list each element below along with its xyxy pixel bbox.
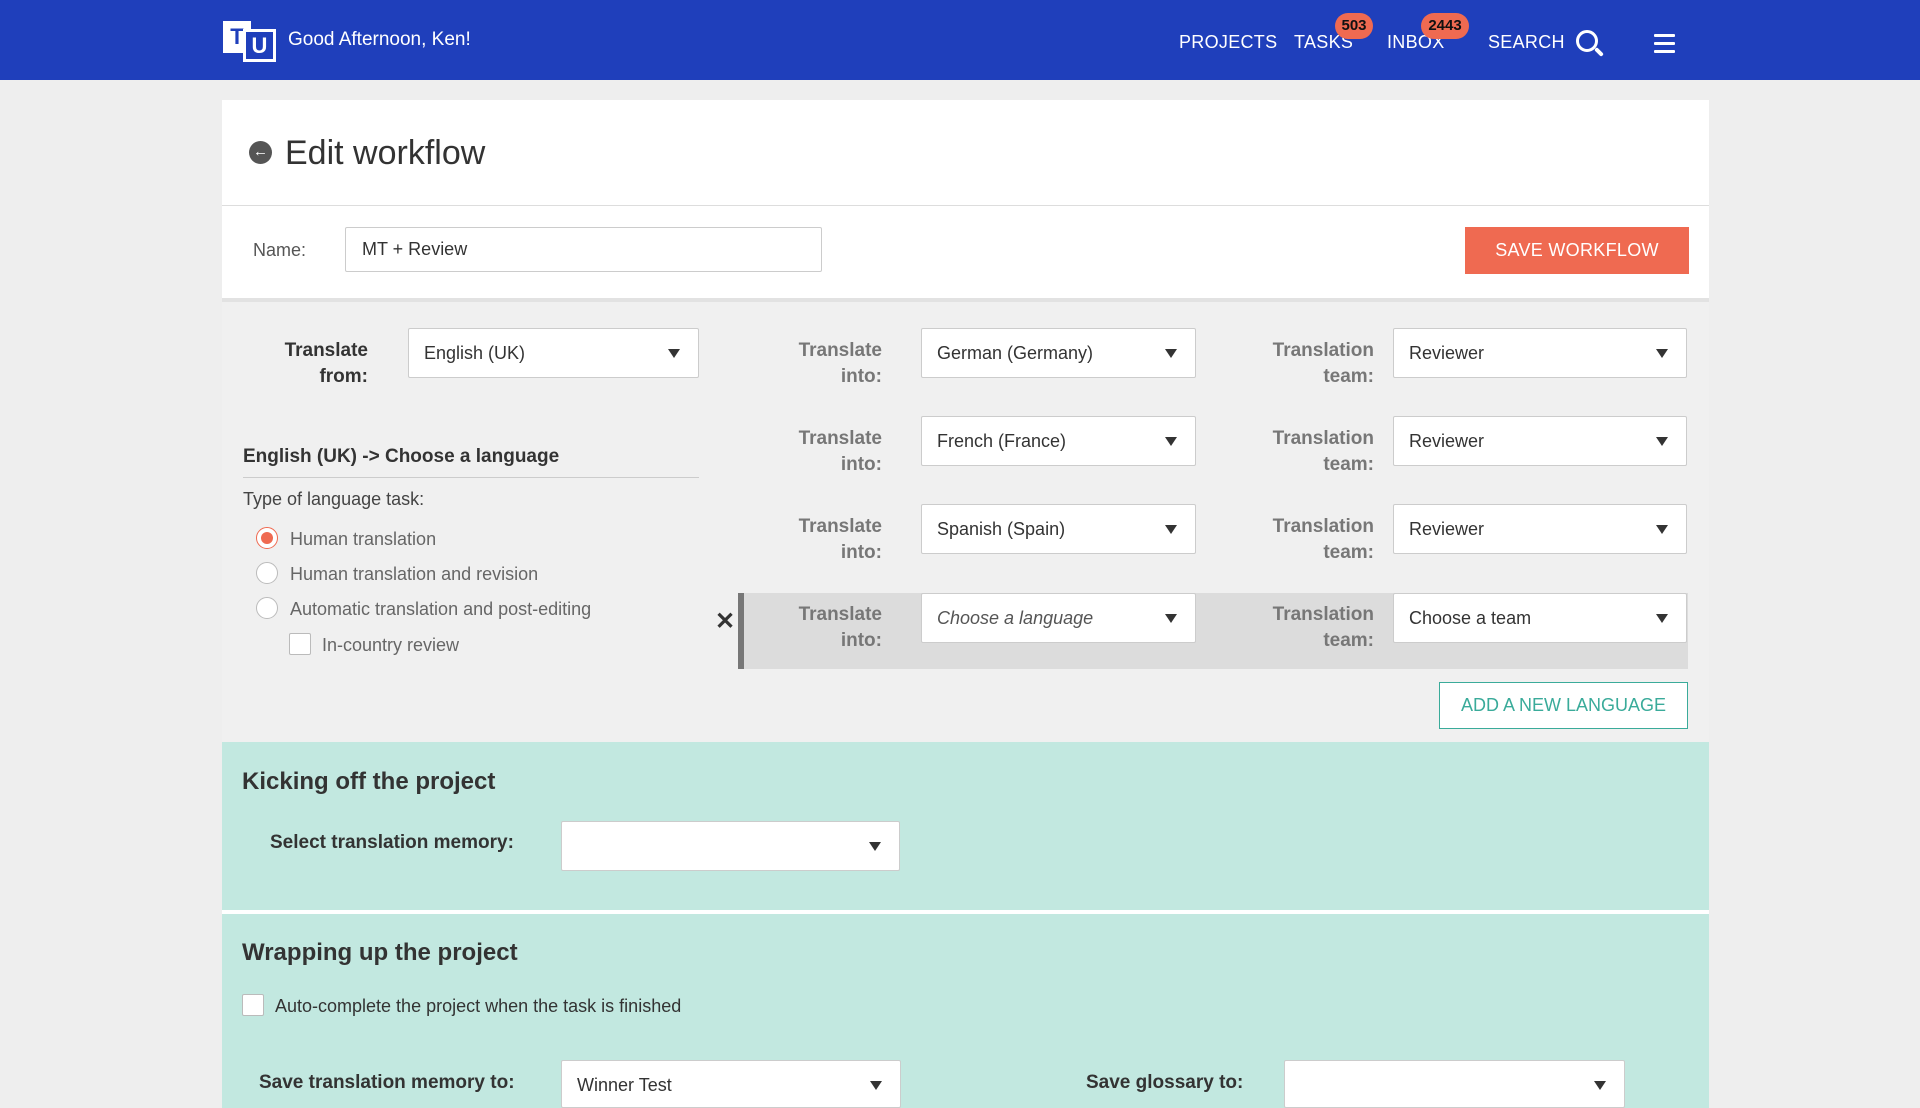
dropdown-arrow-icon [1594, 1081, 1606, 1090]
translation-team-label: Translation team: [1272, 428, 1374, 475]
dropdown-arrow-icon [1656, 437, 1668, 446]
source-language-select[interactable]: English (UK) [408, 328, 699, 378]
translation-team-label: Translation team: [1272, 516, 1374, 563]
radio-human-translation-revision[interactable] [256, 562, 278, 584]
logo-letter-u: U [243, 29, 276, 62]
team-value: Reviewer [1409, 431, 1485, 451]
translate-into-label: Translate into: [798, 516, 882, 563]
dropdown-arrow-icon [1656, 349, 1668, 358]
translation-memory-label: Select translation memory: [270, 832, 514, 853]
target-language-select-new[interactable]: Choose a language [921, 593, 1196, 643]
hamburger-menu-icon[interactable] [1654, 34, 1675, 53]
radio-human-translation[interactable] [256, 527, 278, 549]
translation-team-label: Translation team: [1272, 604, 1374, 651]
translate-from-label: Translate from: [284, 340, 368, 387]
translate-into-label: Translate into: [798, 340, 882, 387]
target-language-select-2[interactable]: French (France) [921, 416, 1196, 466]
dropdown-arrow-icon [1165, 437, 1177, 446]
save-workflow-button[interactable]: SAVE WORKFLOW [1465, 227, 1689, 274]
wrapup-title: Wrapping up the project [242, 939, 518, 966]
dropdown-arrow-icon [1656, 614, 1668, 623]
inbox-count-badge: 2443 [1421, 13, 1469, 39]
divider [222, 205, 1709, 206]
save-tm-label: Save translation memory to: [259, 1072, 515, 1093]
target-language-select-3[interactable]: Spanish (Spain) [921, 504, 1196, 554]
workflow-name-input[interactable] [345, 227, 822, 272]
auto-complete-label: Auto-complete the project when the task … [275, 996, 682, 1016]
translation-team-select-new[interactable]: Choose a team [1393, 593, 1687, 643]
target-language-select-1[interactable]: German (Germany) [921, 328, 1196, 378]
nav-projects-link[interactable]: PROJECTS [1179, 32, 1277, 53]
save-tm-select[interactable]: Winner Test [561, 1060, 901, 1108]
add-new-language-button[interactable]: ADD A NEW LANGUAGE [1439, 682, 1688, 729]
save-glossary-select[interactable] [1284, 1060, 1625, 1108]
in-country-review-label: In-country review [322, 635, 460, 655]
translation-team-select-2[interactable]: Reviewer [1393, 416, 1687, 466]
dropdown-arrow-icon [1165, 614, 1177, 623]
target-language-value: French (France) [937, 431, 1067, 451]
nav-search-link[interactable]: SEARCH [1488, 32, 1565, 53]
dropdown-arrow-icon [870, 1081, 882, 1090]
radio-automatic-translation[interactable] [256, 597, 278, 619]
back-arrow-icon[interactable]: ← [249, 141, 272, 164]
team-value: Choose a team [1409, 608, 1532, 628]
app-logo[interactable]: T U [223, 21, 276, 62]
in-country-review-checkbox[interactable] [289, 633, 311, 655]
target-language-placeholder: Choose a language [937, 608, 1094, 628]
option-label: Human translation [290, 529, 437, 549]
search-icon[interactable] [1576, 30, 1598, 52]
dropdown-arrow-icon [869, 842, 881, 851]
translation-team-select-3[interactable]: Reviewer [1393, 504, 1687, 554]
target-language-value: Spanish (Spain) [937, 519, 1066, 539]
kickoff-title: Kicking off the project [242, 768, 496, 795]
save-glossary-label: Save glossary to: [1086, 1072, 1244, 1093]
greeting-text: Good Afternoon, Ken! [288, 29, 471, 50]
language-pair-title: English (UK) -> Choose a language [243, 446, 560, 467]
dropdown-arrow-icon [1165, 349, 1177, 358]
option-label: Automatic translation and post-editing [290, 599, 592, 619]
translation-team-label: Translation team: [1272, 340, 1374, 387]
dropdown-arrow-icon [668, 349, 680, 358]
top-navigation-bar: T U Good Afternoon, Ken! PROJECTS TASKS … [0, 0, 1920, 80]
workflow-name-label: Name: [253, 240, 307, 260]
auto-complete-checkbox[interactable] [242, 994, 264, 1016]
team-value: Reviewer [1409, 343, 1485, 363]
page-title: Edit workflow [285, 134, 486, 172]
translate-into-label: Translate into: [798, 604, 882, 651]
tasks-count-badge: 503 [1335, 13, 1373, 39]
translation-team-select-1[interactable]: Reviewer [1393, 328, 1687, 378]
source-language-value: English (UK) [424, 343, 526, 363]
task-type-label: Type of language task: [243, 489, 425, 509]
translate-into-label: Translate into: [798, 428, 882, 475]
save-tm-value: Winner Test [577, 1075, 672, 1095]
dropdown-arrow-icon [1656, 525, 1668, 534]
option-label: Human translation and revision [290, 564, 539, 584]
translation-memory-select[interactable] [561, 821, 900, 871]
target-language-value: German (Germany) [937, 343, 1094, 363]
divider [243, 477, 699, 478]
team-value: Reviewer [1409, 519, 1485, 539]
dropdown-arrow-icon [1165, 525, 1177, 534]
remove-language-icon[interactable]: ✕ [715, 607, 735, 636]
